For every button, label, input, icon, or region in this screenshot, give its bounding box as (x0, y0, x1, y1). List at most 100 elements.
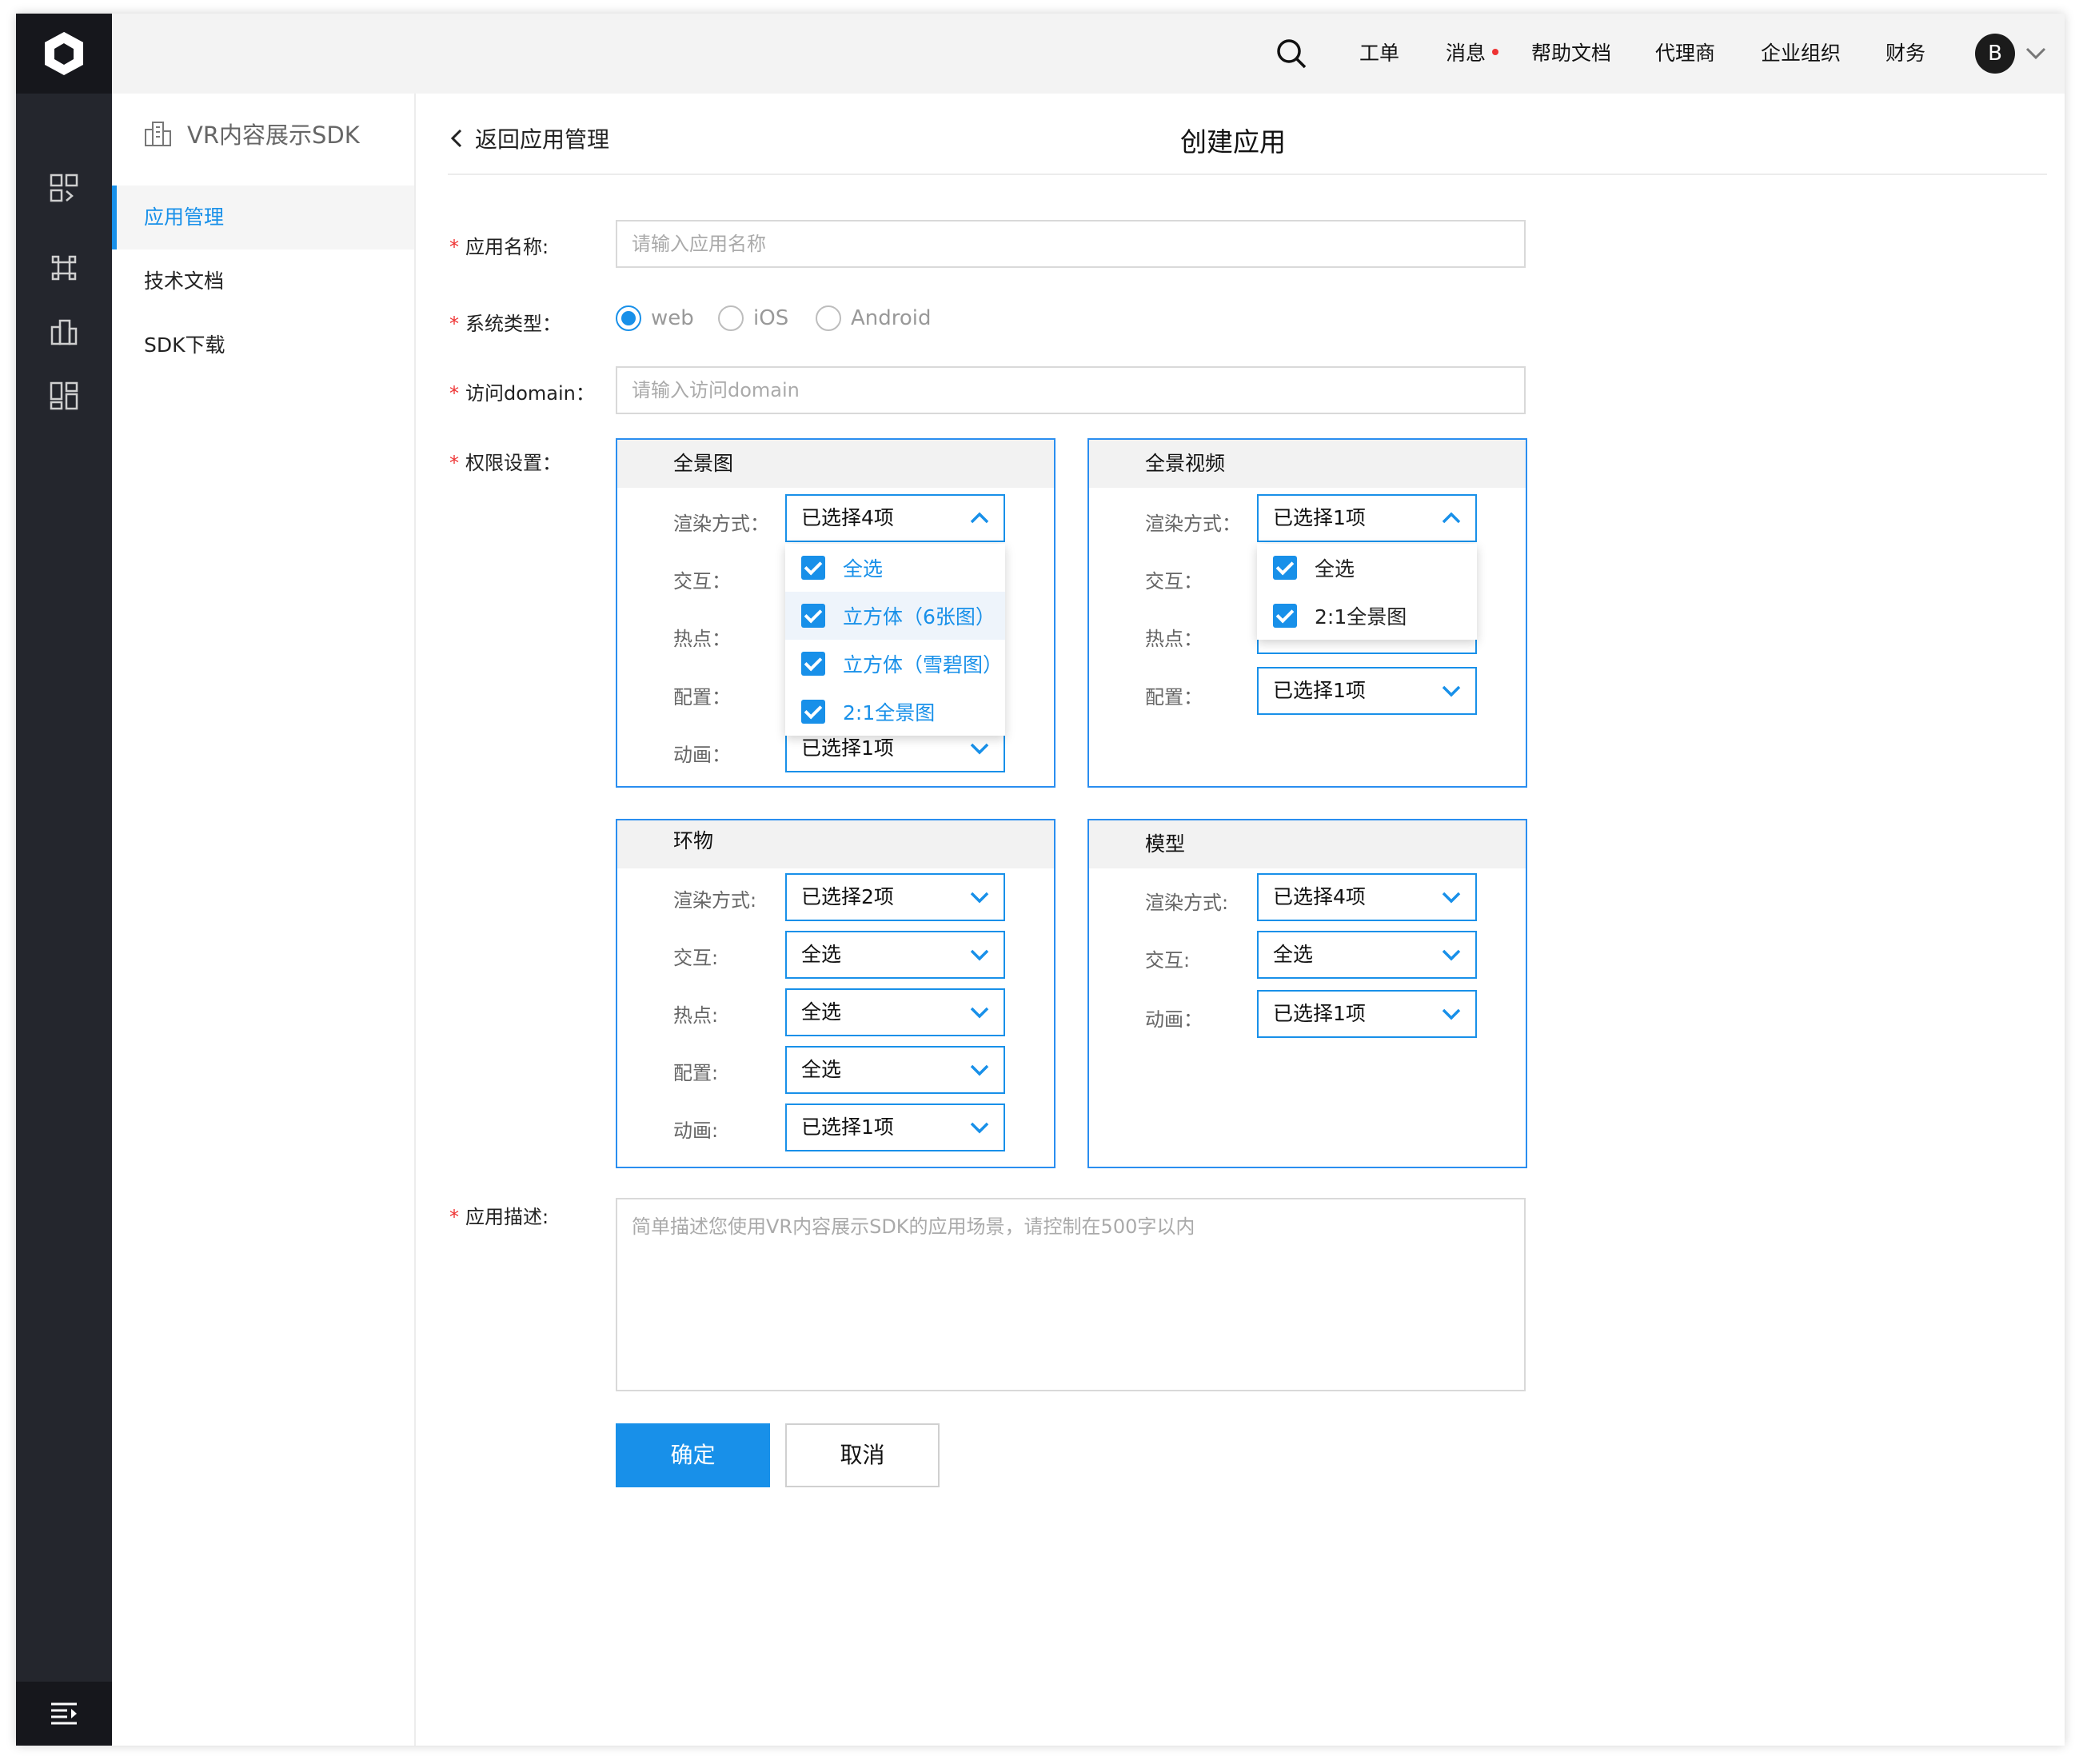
pano-render-value: 已选择4项 (801, 506, 894, 529)
panel-panorama-title: 全景图 (617, 440, 1054, 488)
ring-interact-value: 全选 (801, 943, 842, 966)
sidebar-title: VR内容展示SDK (187, 122, 360, 149)
chevron-down-icon (1442, 685, 1461, 697)
ring-anim-select[interactable]: 已选择1项 (785, 1103, 1005, 1151)
dropdown-option[interactable]: 立方体（6张图） (785, 592, 1005, 640)
ring-config-select[interactable]: 全选 (785, 1046, 1005, 1094)
field-hotspot-label: 热点： (1145, 628, 1203, 650)
logo[interactable] (16, 14, 112, 94)
checkbox (801, 700, 825, 724)
icon-rail (16, 14, 112, 1746)
sidebar-item-tech-docs[interactable]: 技术文档 (112, 249, 414, 313)
description-label: * 应用描述: (449, 1206, 549, 1228)
field-render-label: 渲染方式: (673, 889, 757, 912)
field-interact-label: 交互： (1145, 570, 1203, 593)
building-icon[interactable] (50, 317, 78, 346)
radio-web[interactable]: web (616, 305, 694, 331)
avatar[interactable]: B (1975, 34, 2015, 74)
video-config-value: 已选择1项 (1273, 679, 1366, 702)
permission-label-text: 权限设置： (465, 452, 561, 474)
app-name-input[interactable]: 请输入应用名称 (616, 220, 1526, 268)
nav-agents[interactable]: 代理商 (1655, 14, 1715, 94)
dashboard-icon[interactable] (50, 174, 78, 202)
radio-android-label: Android (851, 306, 932, 330)
pano-render-select[interactable]: 已选择4项 (785, 494, 1005, 542)
chevron-down-icon (970, 892, 989, 904)
sidebar-item-sdk-download[interactable]: SDK下载 (112, 313, 414, 377)
sidebar-item-app-management[interactable]: 应用管理 (112, 186, 414, 249)
field-config-label: 配置： (673, 686, 731, 708)
dropdown-option-label: 立方体（6张图） (843, 605, 996, 629)
video-render-select[interactable]: 已选择1项 (1257, 494, 1477, 542)
model-render-value: 已选择4项 (1273, 885, 1366, 908)
command-icon[interactable] (50, 253, 78, 282)
pano-render-dropdown: 全选 立方体（6张图） 立方体（雪碧图） 2:1全景图 (785, 544, 1005, 736)
model-anim-value: 已选择1项 (1273, 1002, 1366, 1025)
model-render-select[interactable]: 已选择4项 (1257, 873, 1477, 921)
domain-input[interactable]: 请输入访问domain (616, 366, 1526, 414)
ring-render-select[interactable]: 已选择2项 (785, 873, 1005, 921)
grid-icon[interactable] (50, 381, 78, 410)
nav-finance[interactable]: 财务 (1885, 14, 1925, 94)
app-name-label: * 应用名称: (449, 236, 549, 258)
search-icon[interactable] (1275, 38, 1307, 70)
nav-ticket[interactable]: 工单 (1359, 14, 1399, 94)
app-name-label-text: 应用名称: (465, 236, 549, 258)
main-content: 返回应用管理 创建应用 * 应用名称: 请输入应用名称 * 系统类型： web iO… (416, 94, 2065, 1746)
dropdown-option-label: 立方体（雪碧图） (843, 653, 1004, 676)
radio-ios[interactable]: iOS (718, 305, 788, 331)
model-interact-select[interactable]: 全选 (1257, 931, 1477, 979)
back-link-label: 返回应用管理 (475, 126, 610, 153)
checkbox (801, 652, 825, 676)
panel-ring-title: 环物 (617, 820, 1054, 868)
collapse-menu-button[interactable] (16, 1682, 112, 1746)
sidebar-header: VR内容展示SDK (112, 94, 414, 174)
ring-interact-select[interactable]: 全选 (785, 931, 1005, 979)
confirm-button[interactable]: 确定 (616, 1423, 770, 1487)
dropdown-option[interactable]: 全选 (785, 544, 1005, 592)
model-anim-select[interactable]: 已选择1项 (1257, 990, 1477, 1038)
dropdown-option-label: 全选 (843, 557, 884, 581)
page-title: 创建应用 (1180, 126, 1286, 158)
dropdown-option[interactable]: 全选 (1257, 544, 1477, 592)
cancel-button[interactable]: 取消 (785, 1423, 940, 1487)
domain-label: * 访问domain： (449, 382, 595, 405)
nav-enterprise[interactable]: 企业组织 (1761, 14, 1841, 94)
model-interact-value: 全选 (1273, 943, 1314, 966)
app-window: 工单 消息 帮助文档 代理商 企业组织 财务 B VR内容展示SDK 应用管理 … (16, 14, 2065, 1746)
nav-messages[interactable]: 消息 (1446, 14, 1499, 94)
radio-android-circle (816, 305, 841, 331)
chevron-down-icon[interactable] (2025, 46, 2047, 62)
panel-object-360: 环物 渲染方式: 交互: 热点: 配置: 动画: 已选择2项 全选 全选 全选 … (616, 819, 1055, 1168)
ring-anim-value: 已选择1项 (801, 1115, 894, 1139)
back-link[interactable]: 返回应用管理 (449, 122, 609, 154)
field-config-label: 配置： (1145, 686, 1203, 708)
chevron-up-icon (970, 512, 989, 524)
nav-help-docs[interactable]: 帮助文档 (1531, 14, 1611, 94)
chevron-down-icon (970, 1122, 989, 1134)
chevron-left-icon (450, 129, 462, 148)
field-render-label: 渲染方式： (1145, 513, 1241, 535)
dropdown-option[interactable]: 2:1全景图 (785, 688, 1005, 736)
checkbox (801, 604, 825, 628)
ring-hotspot-value: 全选 (801, 1000, 842, 1024)
ring-config-value: 全选 (801, 1058, 842, 1081)
radio-android[interactable]: Android (816, 305, 932, 331)
domain-label-text: 访问domain： (465, 382, 595, 405)
chevron-down-icon (1442, 892, 1461, 904)
dropdown-option[interactable]: 立方体（雪碧图） (785, 640, 1005, 688)
dropdown-option[interactable]: 2:1全景图 (1257, 592, 1477, 640)
video-config-select[interactable]: 已选择1项 (1257, 667, 1477, 715)
field-anim-label: 动画： (673, 744, 731, 766)
ring-hotspot-select[interactable]: 全选 (785, 988, 1005, 1036)
panel-panorama: 全景图 渲染方式： 交互： 热点： 配置： 动画： 已选择4项 已选择1项 全选… (616, 438, 1055, 788)
dropdown-option-label: 2:1全景图 (1315, 605, 1407, 629)
field-interact-label: 交互： (673, 570, 731, 593)
dropdown-option-label: 全选 (1315, 557, 1355, 581)
radio-web-circle (616, 305, 641, 331)
chevron-down-icon (970, 949, 989, 961)
dropdown-option-label: 2:1全景图 (843, 701, 936, 724)
radio-ios-circle (718, 305, 744, 331)
description-textarea[interactable]: 简单描述您使用VR内容展示SDK的应用场景，请控制在500字以内 (616, 1198, 1526, 1391)
description-label-text: 应用描述: (465, 1206, 549, 1228)
